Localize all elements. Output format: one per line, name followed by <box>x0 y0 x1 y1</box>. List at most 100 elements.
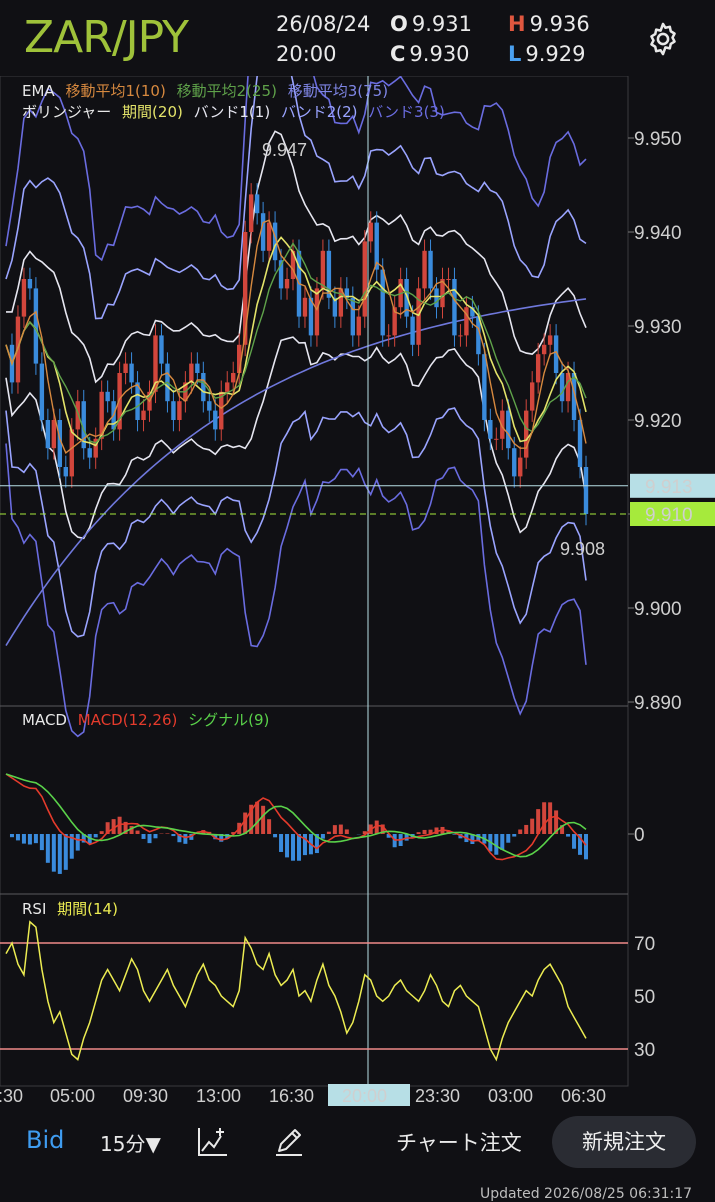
candle-body <box>261 213 265 251</box>
low-marker: 9.908 <box>560 539 605 559</box>
candle-body <box>357 317 361 336</box>
candle-body <box>410 317 414 345</box>
macd-histogram-bar <box>58 834 62 874</box>
macd-histogram-bar <box>321 834 325 839</box>
candle-body <box>201 373 205 401</box>
macd-legend: MACD MACD(12,26) シグナル(9) <box>22 709 275 730</box>
candle-body <box>225 382 229 391</box>
candle-body <box>530 382 534 410</box>
bb-band2: バンド2(2) <box>281 103 358 121</box>
indicator-add-icon[interactable] <box>196 1124 230 1158</box>
ema2-label: 移動平均2(25) <box>177 82 277 100</box>
macd-histogram-bar <box>417 832 421 834</box>
candle-body <box>363 241 367 316</box>
macd-histogram-bar <box>142 834 146 839</box>
open-value: 9.931 <box>412 12 472 36</box>
macd-histogram-bar <box>542 802 546 834</box>
candle-body <box>386 335 390 336</box>
candle-body <box>381 270 385 336</box>
price-chart[interactable]: 9.9509.9409.9309.9209.9109.9009.8909.947… <box>0 76 715 1106</box>
candle-body <box>40 364 44 420</box>
macd-histogram-bar <box>261 806 265 834</box>
macd-histogram-bar <box>518 830 522 834</box>
candle-body <box>141 411 145 420</box>
candle-body <box>213 411 217 430</box>
macd-histogram-bar <box>267 819 271 834</box>
macd-histogram-bar <box>34 834 38 843</box>
bb-period: 期間(20) <box>122 103 183 121</box>
macd-histogram-bar <box>333 825 337 834</box>
macd-label: MACD <box>22 711 67 729</box>
macd-histogram-bar <box>183 834 187 844</box>
candle-body <box>88 448 92 457</box>
candle-body <box>171 401 175 420</box>
ema1-line <box>6 220 586 453</box>
candle-body <box>482 354 486 420</box>
candle-body <box>494 439 498 440</box>
candle-body <box>446 279 450 280</box>
macd-histogram-bar <box>273 834 277 837</box>
price-tick-label: 9.920 <box>634 411 682 432</box>
chart-order-button[interactable]: チャート注文 <box>396 1127 522 1157</box>
macd-histogram-bar <box>303 834 307 855</box>
price-tick-label: 9.950 <box>634 129 682 150</box>
candle-body <box>524 411 528 458</box>
candle-body <box>22 279 26 317</box>
macd-histogram-bar <box>285 834 289 857</box>
rsi-tick-label: 70 <box>634 934 655 955</box>
rsi-period: 期間(14) <box>57 900 118 918</box>
time-axis-label: 23:30 <box>415 1086 460 1106</box>
signal-line <box>6 774 586 857</box>
time-axis-label: 16:30 <box>269 1086 314 1106</box>
candle-body <box>285 279 289 288</box>
macd-histogram-bar <box>530 819 534 834</box>
ema-legend: EMA 移動平均1(10) 移動平均2(25) 移動平均3(75) <box>22 80 394 101</box>
ema1-label: 移動平均1(10) <box>65 82 165 100</box>
candle-body <box>428 251 432 289</box>
chart-area[interactable]: 9.9509.9409.9309.9209.9109.9009.8909.947… <box>0 76 715 1106</box>
candle-body <box>177 401 181 420</box>
macd-histogram-bar <box>10 834 14 837</box>
macd-histogram-bar <box>255 802 259 834</box>
high-value: 9.936 <box>530 12 590 36</box>
candle-body <box>303 298 307 317</box>
macd-histogram-bar <box>500 834 504 850</box>
macd-histogram-bar <box>327 832 331 834</box>
macd-histogram-bar <box>40 834 44 850</box>
macd-histogram-bar <box>584 834 588 859</box>
candle-body <box>189 364 193 383</box>
ohlc-low: L9.929 <box>508 42 586 66</box>
new-order-button[interactable]: 新規注文 <box>552 1116 696 1168</box>
rsi-tick-label: 50 <box>634 987 655 1008</box>
bb-band1-upper <box>6 131 586 382</box>
candle-body <box>52 420 56 448</box>
period-select[interactable]: 15分▼ <box>100 1128 161 1157</box>
candle-body <box>542 345 546 354</box>
candle-body <box>518 458 522 477</box>
symbol-title[interactable]: ZAR/JPY <box>24 12 188 63</box>
rsi-legend: RSI 期間(14) <box>22 898 124 919</box>
candle-body <box>321 251 325 289</box>
macd-histogram-bar <box>94 834 98 837</box>
rsi-label: RSI <box>22 900 46 918</box>
macd-histogram-bar <box>52 834 56 872</box>
candle-body <box>452 279 456 335</box>
candle-body <box>159 335 163 363</box>
ohlc-close: C9.930 <box>390 42 470 66</box>
gear-icon[interactable] <box>644 20 682 58</box>
candle-body <box>351 298 355 336</box>
crosshair-price-label: 9.913 <box>645 477 693 498</box>
bb-band1-lower <box>6 337 586 538</box>
price-tick-label: 9.890 <box>634 693 682 714</box>
low-value: 9.929 <box>525 42 585 66</box>
candle-body <box>34 288 38 363</box>
candle-body <box>207 401 211 410</box>
price-tick-label: 9.930 <box>634 317 682 338</box>
bar-date: 26/08/24 <box>276 12 370 36</box>
bottom-toolbar: Bid 15分▼ チャート注文 新規注文 <box>0 1108 715 1178</box>
macd-histogram-bar <box>345 829 349 834</box>
chart-header: ZAR/JPY 26/08/24 20:00 O9.931 C9.930 H9.… <box>0 0 715 76</box>
macd-histogram-bar <box>136 831 140 834</box>
pencil-icon[interactable] <box>272 1124 306 1158</box>
bid-toggle[interactable]: Bid <box>26 1126 64 1154</box>
